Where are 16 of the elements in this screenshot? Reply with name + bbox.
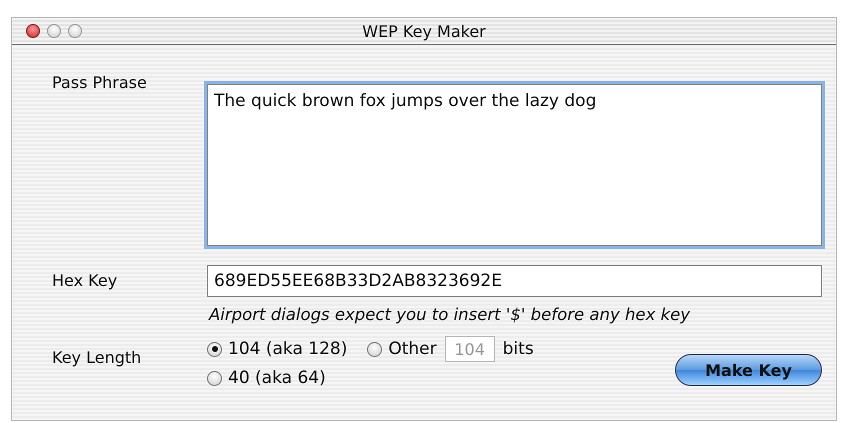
minimize-button[interactable] <box>47 24 61 38</box>
unit-label: bits <box>502 339 534 359</box>
window-title: WEP Key Maker <box>362 22 486 40</box>
zoom-button[interactable] <box>68 24 82 38</box>
radio-label[interactable]: 104 (aka 128) <box>228 339 348 359</box>
radio-button[interactable] <box>207 342 222 356</box>
radio-label[interactable]: 40 (aka 64) <box>228 368 326 388</box>
field-label: Pass Phrase <box>52 73 147 92</box>
close-button[interactable] <box>26 24 40 38</box>
make-key-button[interactable]: Make Key <box>675 354 822 386</box>
field-label: Hex Key <box>52 271 118 290</box>
hint-text: Airport dialogs expect you to insert '$' before any hex key <box>207 304 692 324</box>
pass-phrase-field[interactable]: The quick brown fox jumps over the lazy dog <box>207 84 822 246</box>
radio-button[interactable] <box>207 370 222 386</box>
hex-key-field[interactable]: 689ED55EE68B33D2AB8323692E <box>207 265 822 297</box>
field-label: Key Length <box>52 348 142 367</box>
